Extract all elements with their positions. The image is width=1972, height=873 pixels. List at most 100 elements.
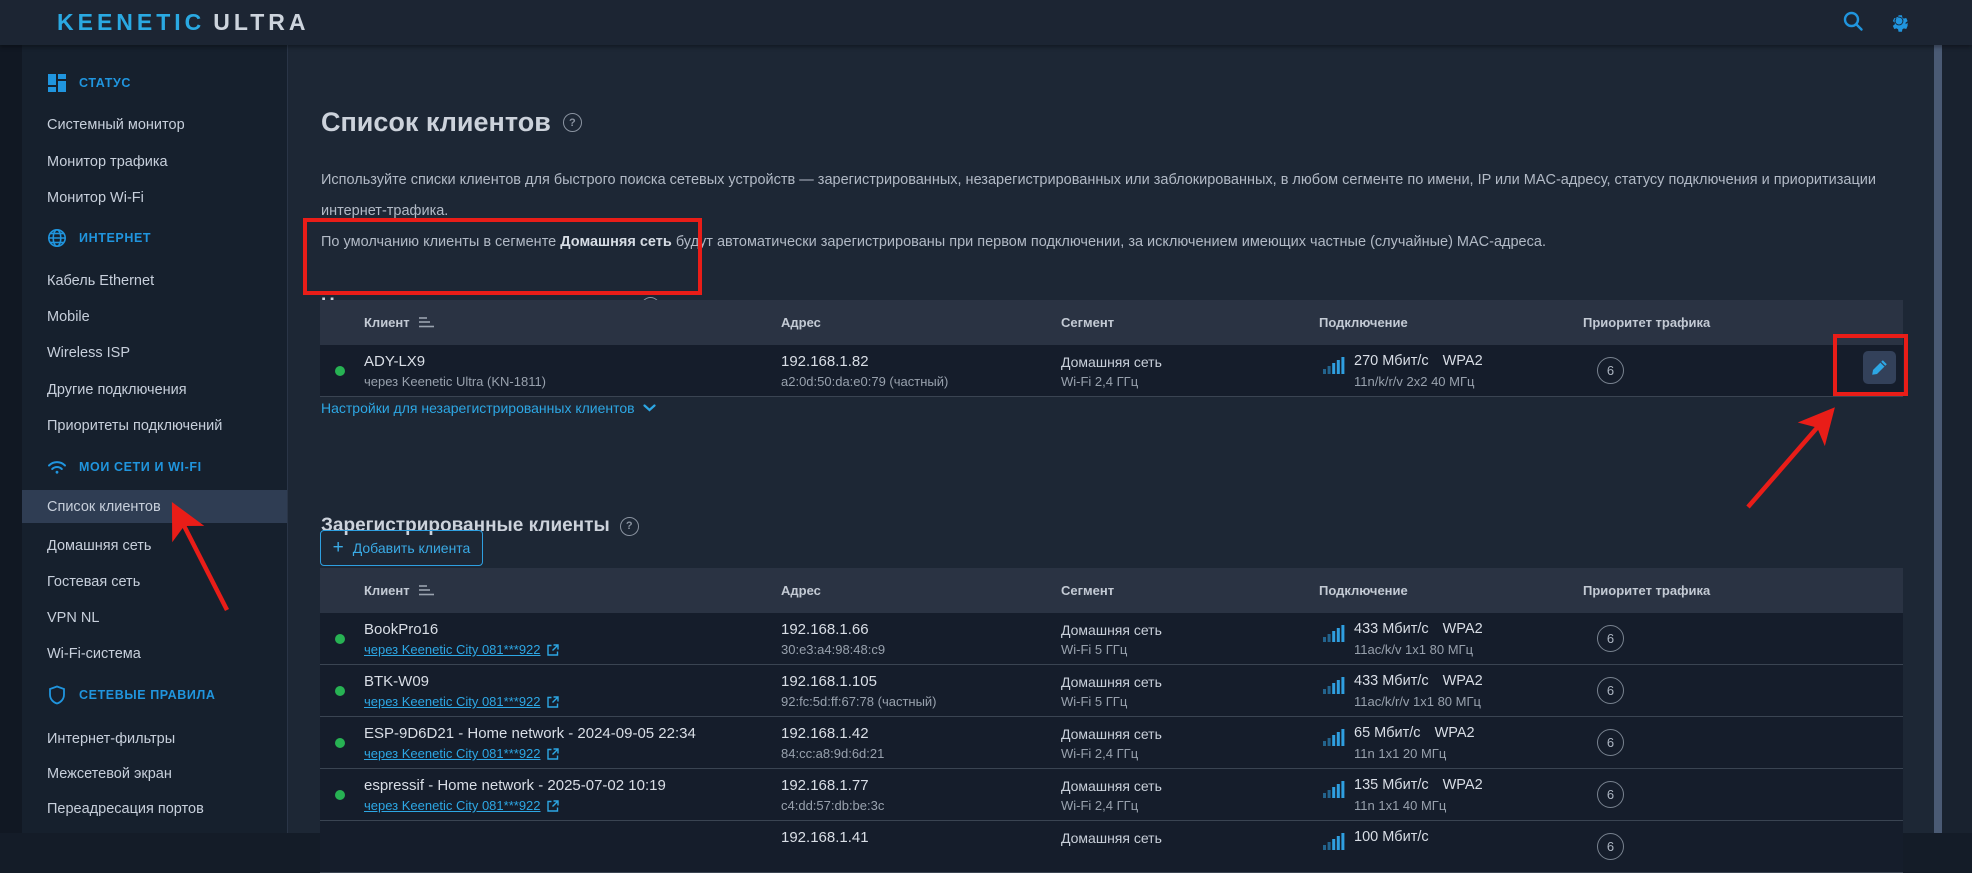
client-ip: 192.168.1.66 bbox=[781, 621, 869, 638]
client-band: Wi-Fi 2,4 ГГц bbox=[1061, 746, 1138, 761]
brand-logo: KEENETICULTRA bbox=[57, 9, 310, 36]
pencil-icon bbox=[1871, 359, 1888, 376]
sidebar-item-ethernet-cable[interactable]: Кабель Ethernet bbox=[22, 268, 287, 294]
column-client: Клиент bbox=[364, 568, 410, 613]
unregistered-settings-link[interactable]: Настройки для незарегистрированных клиен… bbox=[321, 400, 656, 416]
table-row[interactable]: ESP-9D6D21 - Home network - 2024-09-05 2… bbox=[320, 717, 1903, 769]
signal-strength-icon bbox=[1323, 781, 1345, 798]
table-row[interactable]: BookPro16 через Keenetic City 081***922 … bbox=[320, 613, 1903, 665]
sidebar-item-client-list[interactable]: Список клиентов bbox=[22, 490, 287, 523]
column-segment: Сегмент bbox=[1061, 300, 1114, 345]
column-connection: Подключение bbox=[1319, 568, 1408, 613]
table-header: Клиент Адрес Сегмент Подключение Приорит… bbox=[320, 300, 1903, 345]
sidebar-item-guest-network[interactable]: Гостевая сеть bbox=[22, 569, 287, 595]
client-wifi-mode: 11ac/k/v 1x1 80 МГц bbox=[1354, 642, 1473, 657]
sidebar-item-wireless-isp[interactable]: Wireless ISP bbox=[22, 340, 287, 366]
sidebar-item-connection-priorities[interactable]: Приоритеты подключений bbox=[22, 413, 287, 439]
status-online-dot bbox=[335, 634, 345, 644]
table-header: Клиент Адрес Сегмент Подключение Приорит… bbox=[320, 568, 1903, 613]
external-link-icon bbox=[547, 748, 559, 760]
client-via-link[interactable]: через Keenetic City 081***922 bbox=[364, 694, 541, 709]
client-segment: Домашняя сеть bbox=[1061, 622, 1162, 638]
sidebar-item-internet-filters[interactable]: Интернет-фильтры bbox=[22, 726, 287, 752]
top-bar: KEENETICULTRA bbox=[0, 0, 1972, 45]
status-online-dot bbox=[335, 366, 345, 376]
column-client: Клиент bbox=[364, 300, 410, 345]
edit-client-button[interactable] bbox=[1863, 351, 1896, 384]
client-mac: a2:0d:50:da:e0:79 (частный) bbox=[781, 374, 948, 389]
main-content: Список клиентов ? Используйте списки кли… bbox=[287, 45, 1935, 833]
sidebar-item-traffic-monitor[interactable]: Монитор трафика bbox=[22, 149, 287, 175]
client-name: BTK-W09 bbox=[364, 673, 429, 690]
client-via-link[interactable]: через Keenetic City 081***922 bbox=[364, 798, 541, 813]
client-speed: 135 Мбит/с bbox=[1354, 777, 1429, 793]
client-segment: Домашняя сеть bbox=[1061, 674, 1162, 690]
client-speed: 65 Мбит/с bbox=[1354, 725, 1421, 741]
client-via-link[interactable]: через Keenetic City 081***922 bbox=[364, 746, 541, 761]
client-band: Wi-Fi 5 ГГц bbox=[1061, 642, 1127, 657]
client-wifi-mode: 11n 1x1 20 МГц bbox=[1354, 746, 1446, 761]
client-band: Wi-Fi 5 ГГц bbox=[1061, 694, 1127, 709]
external-link-icon bbox=[547, 644, 559, 656]
sidebar-item-wifi-system[interactable]: Wi-Fi-система bbox=[22, 641, 287, 667]
client-mac: c4:dd:57:db:be:3c bbox=[781, 798, 884, 813]
registered-clients-table: Клиент Адрес Сегмент Подключение Приорит… bbox=[320, 568, 1903, 873]
sidebar-section-my-networks: МОИ СЕТИ И WI-FI bbox=[47, 456, 202, 478]
column-traffic-priority: Приоритет трафика bbox=[1583, 568, 1710, 613]
client-security: WPA2 bbox=[1443, 621, 1483, 637]
traffic-priority-badge: 6 bbox=[1597, 677, 1624, 704]
client-segment: Домашняя сеть bbox=[1061, 354, 1162, 370]
client-ip: 192.168.1.105 bbox=[781, 673, 877, 690]
help-icon[interactable]: ? bbox=[563, 113, 582, 132]
chevron-down-icon bbox=[643, 404, 656, 412]
client-wifi-mode: 11n/k/r/v 2x2 40 МГц bbox=[1354, 374, 1474, 389]
client-wifi-mode: 11ac/k/r/v 1x1 80 МГц bbox=[1354, 694, 1481, 709]
sidebar-item-other-connections[interactable]: Другие подключения bbox=[22, 377, 287, 403]
sidebar: СТАТУС Системный монитор Монитор трафика… bbox=[22, 45, 287, 833]
sidebar-item-system-monitor[interactable]: Системный монитор bbox=[22, 112, 287, 138]
external-link-icon bbox=[547, 800, 559, 812]
sidebar-item-firewall[interactable]: Межсетевой экран bbox=[22, 761, 287, 787]
add-client-button[interactable]: + Добавить клиента bbox=[320, 530, 483, 566]
table-row[interactable]: ADY-LX9 через Keenetic Ultra (KN-1811) 1… bbox=[320, 345, 1903, 397]
search-icon[interactable] bbox=[1842, 10, 1864, 32]
left-strip bbox=[0, 45, 22, 833]
sidebar-item-wifi-monitor[interactable]: Монитор Wi-Fi bbox=[22, 185, 287, 211]
table-row[interactable]: espressif - Home network - 2025-07-02 10… bbox=[320, 769, 1903, 821]
column-address: Адрес bbox=[781, 568, 821, 613]
sidebar-item-port-forwarding[interactable]: Переадресация портов bbox=[22, 796, 287, 822]
client-speed: 433 Мбит/с bbox=[1354, 673, 1429, 689]
help-icon[interactable]: ? bbox=[620, 517, 639, 536]
table-row[interactable]: BTK-W09 через Keenetic City 081***922 19… bbox=[320, 665, 1903, 717]
column-traffic-priority: Приоритет трафика bbox=[1583, 300, 1710, 345]
client-name: espressif - Home network - 2025-07-02 10… bbox=[364, 777, 666, 794]
traffic-priority-badge: 6 bbox=[1597, 781, 1624, 808]
client-name: BookPro16 bbox=[364, 621, 438, 638]
client-mac: 30:e3:a4:98:48:c9 bbox=[781, 642, 885, 657]
sort-icon[interactable] bbox=[418, 584, 435, 597]
client-via-link[interactable]: через Keenetic City 081***922 bbox=[364, 642, 541, 657]
client-segment: Домашняя сеть bbox=[1061, 726, 1162, 742]
table-row[interactable]: 192.168.1.41 Домашняя сеть 100 Мбит/с 6 bbox=[320, 821, 1903, 873]
client-mac: 92:fc:5d:ff:67:78 (частный) bbox=[781, 694, 937, 709]
client-band: Wi-Fi 2,4 ГГц bbox=[1061, 798, 1138, 813]
sidebar-item-home-network[interactable]: Домашняя сеть bbox=[22, 533, 287, 559]
traffic-priority-badge: 6 bbox=[1597, 833, 1624, 860]
scrollbar-thumb[interactable] bbox=[1934, 45, 1942, 833]
unregistered-clients-table: Клиент Адрес Сегмент Подключение Приорит… bbox=[320, 300, 1903, 397]
client-name: ADY-LX9 bbox=[364, 353, 425, 370]
sidebar-item-mobile[interactable]: Mobile bbox=[22, 304, 287, 330]
sidebar-item-vpn-nl[interactable]: VPN NL bbox=[22, 605, 287, 631]
signal-strength-icon bbox=[1323, 677, 1345, 694]
page-title: Список клиентов ? bbox=[321, 107, 582, 138]
client-speed: 270 Мбит/с bbox=[1354, 353, 1429, 369]
client-speed: 433 Мбит/с bbox=[1354, 621, 1429, 637]
client-ip: 192.168.1.77 bbox=[781, 777, 869, 794]
client-band: Wi-Fi 2,4 ГГц bbox=[1061, 374, 1138, 389]
dashboard-grid-icon bbox=[47, 73, 67, 93]
signal-strength-icon bbox=[1323, 357, 1345, 374]
client-ip: 192.168.1.42 bbox=[781, 725, 869, 742]
sort-icon[interactable] bbox=[418, 316, 435, 329]
client-security: WPA2 bbox=[1435, 725, 1475, 741]
gear-icon[interactable] bbox=[1888, 10, 1910, 32]
